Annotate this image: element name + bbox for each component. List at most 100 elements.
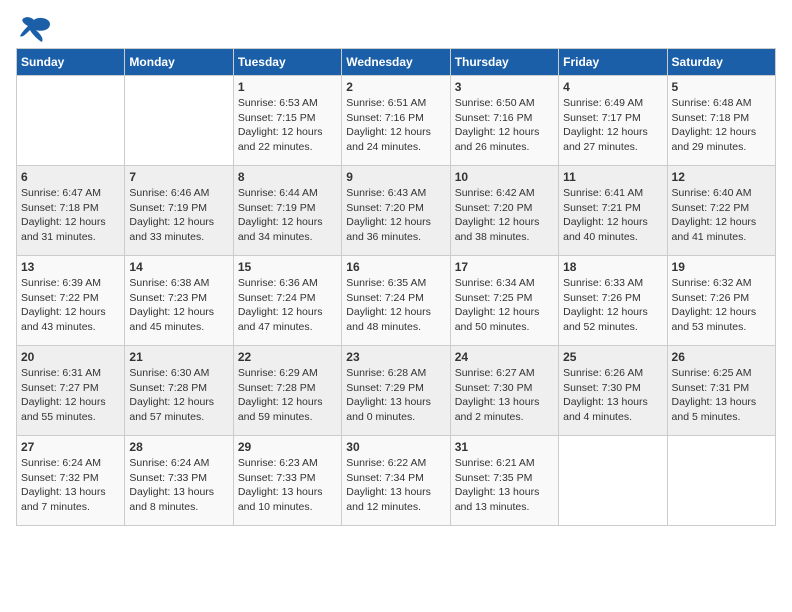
logo <box>16 16 56 44</box>
calendar-header-row: SundayMondayTuesdayWednesdayThursdayFrid… <box>17 49 776 76</box>
day-number: 12 <box>672 170 771 184</box>
calendar-day-cell: 20 Sunrise: 6:31 AM Sunset: 7:27 PM Dayli… <box>17 346 125 436</box>
day-number: 23 <box>346 350 445 364</box>
calendar-day-cell: 10Sunrise: 6:42 AM Sunset: 7:20 PM Dayli… <box>450 166 558 256</box>
calendar-day-cell: 5 Sunrise: 6:48 AM Sunset: 7:18 PM Daylig… <box>667 76 775 166</box>
day-of-week-header: Monday <box>125 49 233 76</box>
day-info: Sunrise: 6:53 AM Sunset: 7:15 PM Dayligh… <box>238 96 337 155</box>
day-number: 14 <box>129 260 228 274</box>
day-number: 26 <box>672 350 771 364</box>
calendar-day-cell: 7 Sunrise: 6:46 AM Sunset: 7:19 PM Daylig… <box>125 166 233 256</box>
day-number: 5 <box>672 80 771 94</box>
calendar-day-cell: 9Sunrise: 6:43 AM Sunset: 7:20 PM Daylig… <box>342 166 450 256</box>
day-of-week-header: Friday <box>559 49 667 76</box>
calendar-day-cell: 17 Sunrise: 6:34 AM Sunset: 7:25 PM Dayli… <box>450 256 558 346</box>
day-info: Sunrise: 6:48 AM Sunset: 7:18 PM Dayligh… <box>672 96 771 155</box>
day-number: 18 <box>563 260 662 274</box>
logo-bird-icon <box>16 16 52 44</box>
day-info: Sunrise: 6:24 AM Sunset: 7:33 PM Dayligh… <box>129 456 228 515</box>
calendar-day-cell: 18 Sunrise: 6:33 AM Sunset: 7:26 PM Dayli… <box>559 256 667 346</box>
day-number: 17 <box>455 260 554 274</box>
day-info: Sunrise: 6:40 AM Sunset: 7:22 PM Dayligh… <box>672 186 771 245</box>
page-header <box>16 16 776 44</box>
day-number: 21 <box>129 350 228 364</box>
day-info: Sunrise: 6:38 AM Sunset: 7:23 PM Dayligh… <box>129 276 228 335</box>
day-number: 4 <box>563 80 662 94</box>
day-number: 25 <box>563 350 662 364</box>
day-number: 30 <box>346 440 445 454</box>
day-info: Sunrise: 6:33 AM Sunset: 7:26 PM Dayligh… <box>563 276 662 335</box>
day-number: 27 <box>21 440 120 454</box>
day-info: Sunrise: 6:27 AM Sunset: 7:30 PM Dayligh… <box>455 366 554 425</box>
day-number: 29 <box>238 440 337 454</box>
calendar-day-cell: 24 Sunrise: 6:27 AM Sunset: 7:30 PM Dayli… <box>450 346 558 436</box>
calendar-day-cell: 27 Sunrise: 6:24 AM Sunset: 7:32 PM Dayli… <box>17 436 125 526</box>
calendar-day-cell: 19Sunrise: 6:32 AM Sunset: 7:26 PM Dayli… <box>667 256 775 346</box>
day-number: 2 <box>346 80 445 94</box>
calendar-week-row: 6 Sunrise: 6:47 AM Sunset: 7:18 PM Daylig… <box>17 166 776 256</box>
calendar-week-row: 1 Sunrise: 6:53 AM Sunset: 7:15 PM Daylig… <box>17 76 776 166</box>
day-info: Sunrise: 6:46 AM Sunset: 7:19 PM Dayligh… <box>129 186 228 245</box>
day-info: Sunrise: 6:35 AM Sunset: 7:24 PM Dayligh… <box>346 276 445 335</box>
day-of-week-header: Sunday <box>17 49 125 76</box>
day-info: Sunrise: 6:44 AM Sunset: 7:19 PM Dayligh… <box>238 186 337 245</box>
calendar-day-cell: 26 Sunrise: 6:25 AM Sunset: 7:31 PM Dayli… <box>667 346 775 436</box>
calendar-day-cell <box>559 436 667 526</box>
day-number: 19 <box>672 260 771 274</box>
calendar-day-cell: 25 Sunrise: 6:26 AM Sunset: 7:30 PM Dayli… <box>559 346 667 436</box>
calendar-day-cell: 13 Sunrise: 6:39 AM Sunset: 7:22 PM Dayli… <box>17 256 125 346</box>
calendar-day-cell: 29 Sunrise: 6:23 AM Sunset: 7:33 PM Dayli… <box>233 436 341 526</box>
calendar-week-row: 13 Sunrise: 6:39 AM Sunset: 7:22 PM Dayli… <box>17 256 776 346</box>
calendar-day-cell: 8 Sunrise: 6:44 AM Sunset: 7:19 PM Daylig… <box>233 166 341 256</box>
calendar-day-cell: 28 Sunrise: 6:24 AM Sunset: 7:33 PM Dayli… <box>125 436 233 526</box>
day-number: 7 <box>129 170 228 184</box>
day-number: 10 <box>455 170 554 184</box>
day-number: 8 <box>238 170 337 184</box>
day-info: Sunrise: 6:25 AM Sunset: 7:31 PM Dayligh… <box>672 366 771 425</box>
day-info: Sunrise: 6:29 AM Sunset: 7:28 PM Dayligh… <box>238 366 337 425</box>
calendar-day-cell: 4 Sunrise: 6:49 AM Sunset: 7:17 PM Daylig… <box>559 76 667 166</box>
day-number: 9 <box>346 170 445 184</box>
calendar-day-cell: 16 Sunrise: 6:35 AM Sunset: 7:24 PM Dayli… <box>342 256 450 346</box>
day-number: 1 <box>238 80 337 94</box>
calendar-day-cell: 1 Sunrise: 6:53 AM Sunset: 7:15 PM Daylig… <box>233 76 341 166</box>
day-number: 6 <box>21 170 120 184</box>
day-info: Sunrise: 6:49 AM Sunset: 7:17 PM Dayligh… <box>563 96 662 155</box>
day-info: Sunrise: 6:30 AM Sunset: 7:28 PM Dayligh… <box>129 366 228 425</box>
calendar-day-cell <box>667 436 775 526</box>
calendar-day-cell: 6 Sunrise: 6:47 AM Sunset: 7:18 PM Daylig… <box>17 166 125 256</box>
day-number: 11 <box>563 170 662 184</box>
day-number: 16 <box>346 260 445 274</box>
day-info: Sunrise: 6:51 AM Sunset: 7:16 PM Dayligh… <box>346 96 445 155</box>
day-info: Sunrise: 6:23 AM Sunset: 7:33 PM Dayligh… <box>238 456 337 515</box>
day-of-week-header: Wednesday <box>342 49 450 76</box>
day-number: 20 <box>21 350 120 364</box>
calendar-day-cell: 14 Sunrise: 6:38 AM Sunset: 7:23 PM Dayli… <box>125 256 233 346</box>
calendar-day-cell: 30 Sunrise: 6:22 AM Sunset: 7:34 PM Dayli… <box>342 436 450 526</box>
day-number: 24 <box>455 350 554 364</box>
day-number: 13 <box>21 260 120 274</box>
calendar-day-cell: 3Sunrise: 6:50 AM Sunset: 7:16 PM Daylig… <box>450 76 558 166</box>
calendar-day-cell: 21 Sunrise: 6:30 AM Sunset: 7:28 PM Dayli… <box>125 346 233 436</box>
calendar-day-cell: 23 Sunrise: 6:28 AM Sunset: 7:29 PM Dayli… <box>342 346 450 436</box>
day-info: Sunrise: 6:22 AM Sunset: 7:34 PM Dayligh… <box>346 456 445 515</box>
calendar-day-cell: 22 Sunrise: 6:29 AM Sunset: 7:28 PM Dayli… <box>233 346 341 436</box>
day-of-week-header: Thursday <box>450 49 558 76</box>
calendar-table: SundayMondayTuesdayWednesdayThursdayFrid… <box>16 48 776 526</box>
day-info: Sunrise: 6:21 AM Sunset: 7:35 PM Dayligh… <box>455 456 554 515</box>
day-info: Sunrise: 6:39 AM Sunset: 7:22 PM Dayligh… <box>21 276 120 335</box>
day-number: 15 <box>238 260 337 274</box>
day-number: 28 <box>129 440 228 454</box>
day-info: Sunrise: 6:41 AM Sunset: 7:21 PM Dayligh… <box>563 186 662 245</box>
day-number: 31 <box>455 440 554 454</box>
day-info: Sunrise: 6:24 AM Sunset: 7:32 PM Dayligh… <box>21 456 120 515</box>
day-of-week-header: Tuesday <box>233 49 341 76</box>
day-info: Sunrise: 6:34 AM Sunset: 7:25 PM Dayligh… <box>455 276 554 335</box>
day-number: 22 <box>238 350 337 364</box>
day-info: Sunrise: 6:26 AM Sunset: 7:30 PM Dayligh… <box>563 366 662 425</box>
day-info: Sunrise: 6:28 AM Sunset: 7:29 PM Dayligh… <box>346 366 445 425</box>
calendar-day-cell <box>17 76 125 166</box>
day-info: Sunrise: 6:47 AM Sunset: 7:18 PM Dayligh… <box>21 186 120 245</box>
day-info: Sunrise: 6:31 AM Sunset: 7:27 PM Dayligh… <box>21 366 120 425</box>
calendar-day-cell: 11 Sunrise: 6:41 AM Sunset: 7:21 PM Dayli… <box>559 166 667 256</box>
